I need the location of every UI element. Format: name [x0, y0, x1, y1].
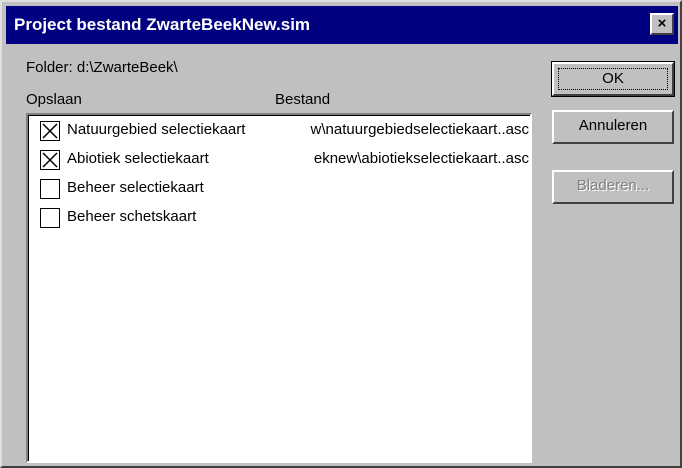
close-button[interactable]: ×: [650, 13, 674, 35]
list-row-beheer-selectie[interactable]: Beheer selectiekaart: [29, 174, 529, 202]
row-name: Beheer selectiekaart: [67, 179, 204, 196]
ok-button[interactable]: OK: [551, 61, 675, 97]
row-name: Beheer schetskaart: [67, 208, 197, 225]
checkbox-abiotiek[interactable]: [40, 150, 60, 170]
folder-label: Folder: d:\ZwarteBeek\: [26, 59, 178, 76]
file-list-inner: Natuurgebied selectiekaart w\natuurgebie…: [28, 115, 530, 461]
row-name: Natuurgebied selectiekaart: [67, 121, 246, 138]
column-header-save: Opslaan: [26, 91, 82, 108]
ok-button-label: OK: [558, 68, 668, 90]
checkbox-beheer-selectie[interactable]: [40, 179, 60, 199]
row-file: w\natuurgebiedselectiekaart..asc: [310, 121, 529, 138]
browse-button[interactable]: Bladeren...: [552, 170, 674, 204]
list-row-beheer-schets[interactable]: Beheer schetskaart: [29, 203, 529, 231]
checkbox-natuurgebied[interactable]: [40, 121, 60, 141]
check-mark-icon: [42, 152, 58, 168]
close-icon: ×: [657, 15, 667, 32]
title-bar[interactable]: Project bestand ZwarteBeekNew.sim ×: [6, 6, 678, 44]
list-row-abiotiek[interactable]: Abiotiek selectiekaart eknew\abiotieksel…: [29, 145, 529, 173]
row-file: eknew\abiotiekselectiekaart..asc: [313, 150, 529, 167]
cancel-button[interactable]: Annuleren: [552, 110, 674, 144]
file-list[interactable]: Natuurgebied selectiekaart w\natuurgebie…: [26, 113, 532, 463]
check-mark-icon: [42, 123, 58, 139]
cancel-button-label: Annuleren: [578, 117, 648, 134]
window-title: Project bestand ZwarteBeekNew.sim: [14, 15, 311, 34]
checkbox-beheer-schets[interactable]: [40, 208, 60, 228]
dialog-window: Project bestand ZwarteBeekNew.sim × Fold…: [0, 0, 682, 468]
row-name: Abiotiek selectiekaart: [67, 150, 209, 167]
list-row-natuurgebied[interactable]: Natuurgebied selectiekaart w\natuurgebie…: [29, 116, 529, 144]
column-header-file: Bestand: [275, 91, 331, 108]
browse-button-label: Bladeren...: [576, 177, 650, 194]
